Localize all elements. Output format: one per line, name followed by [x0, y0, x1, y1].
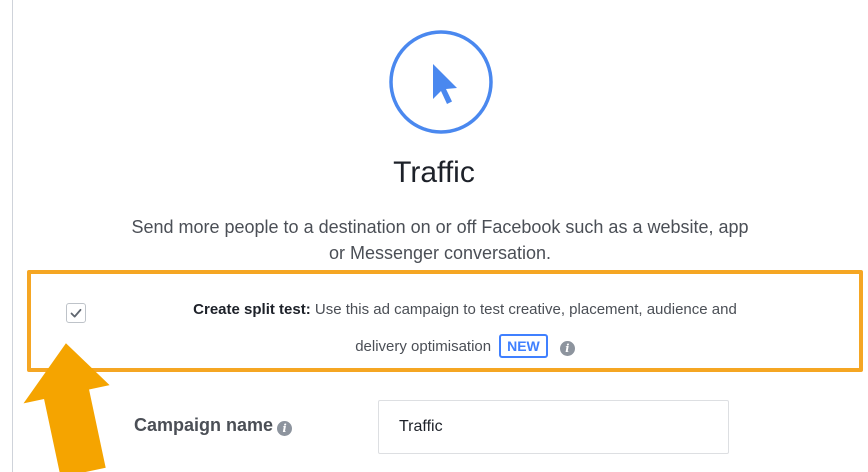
campaign-name-label: Campaign name i [134, 415, 293, 436]
split-test-label-line2: delivery optimisation NEW i [100, 334, 830, 358]
campaign-name-input[interactable] [378, 400, 729, 454]
split-test-checkbox[interactable] [66, 303, 86, 323]
description-line-2: or Messenger conversation. [328, 243, 552, 263]
info-icon[interactable]: i [277, 421, 293, 436]
pointer-arrow-icon [23, 343, 110, 472]
info-icon[interactable]: i [559, 341, 575, 356]
split-test-label-bold: Create split test: [193, 301, 311, 318]
objective-description: Send more people to a destination on or … [40, 214, 840, 266]
split-test-label-text: Use this ad campaign to test creative, p… [310, 301, 737, 318]
objective-title: Traffic [393, 156, 475, 189]
cursor-arrow-icon [389, 30, 493, 134]
description-line-1: Send more people to a destination on or … [131, 217, 749, 237]
new-badge: NEW [499, 334, 548, 358]
split-test-label-text-2: delivery optimisation [355, 338, 492, 355]
split-test-label: Create split test: Use this ad campaign … [100, 301, 830, 318]
campaign-name-text: Campaign name [134, 415, 274, 435]
